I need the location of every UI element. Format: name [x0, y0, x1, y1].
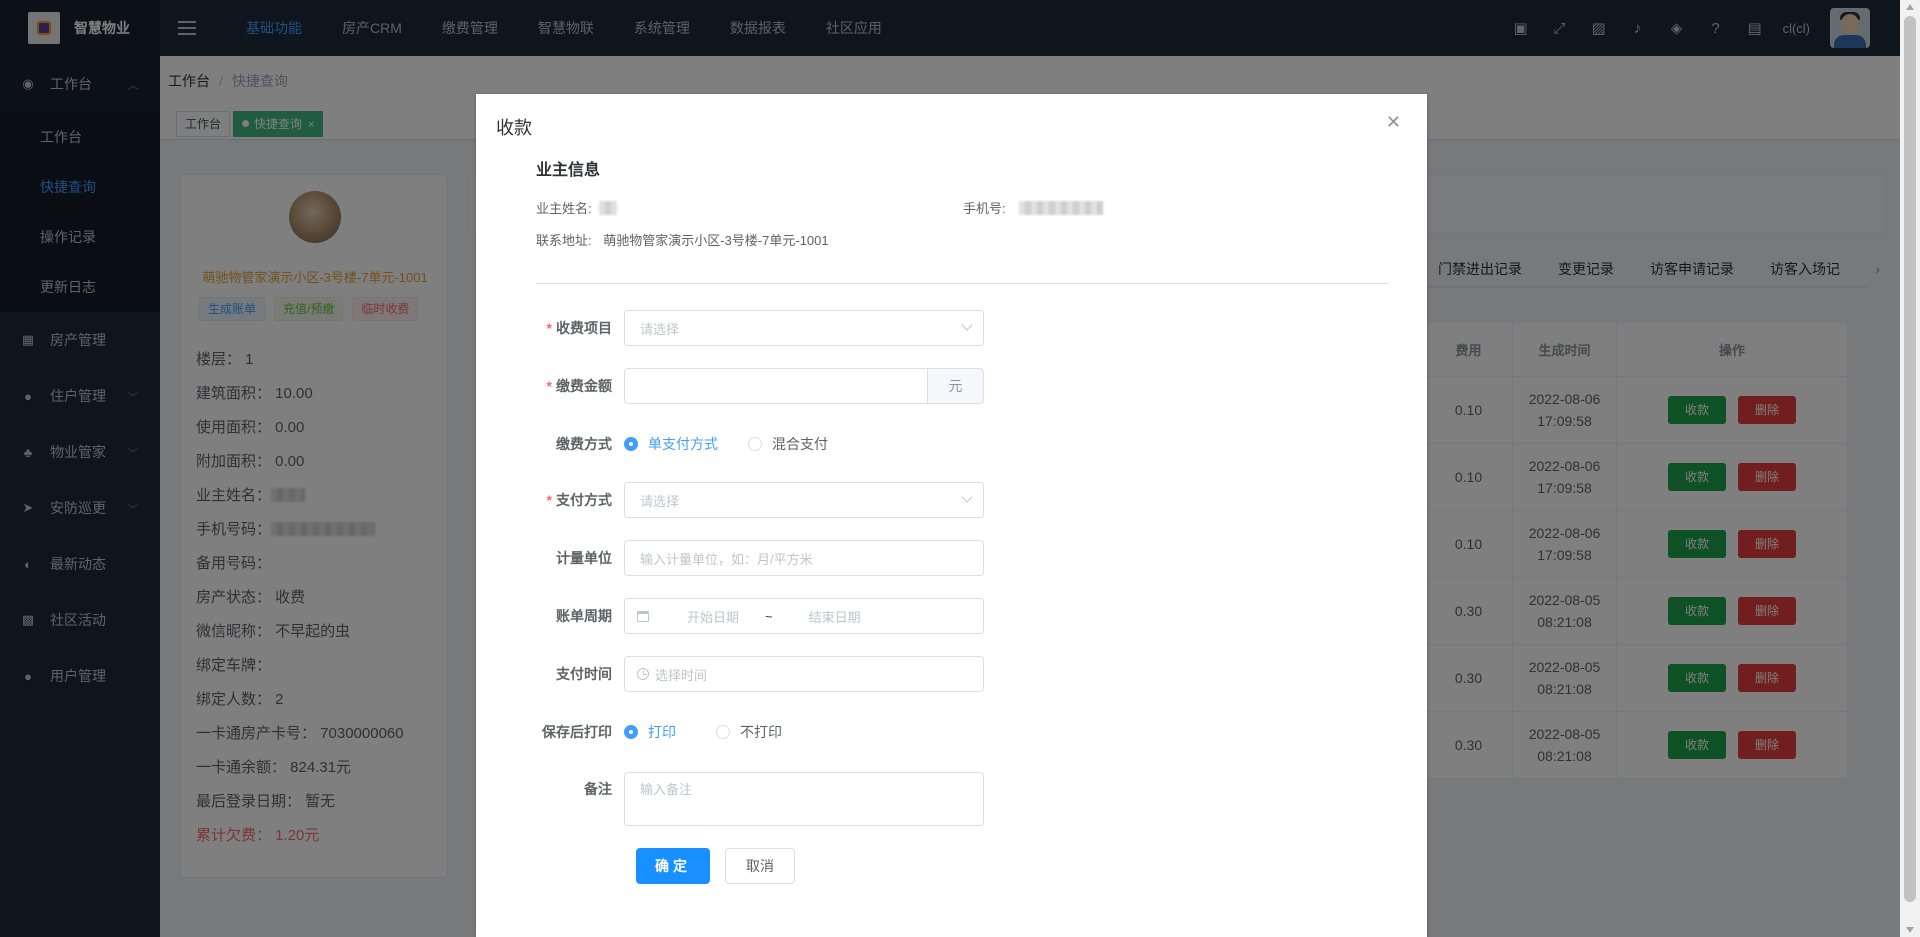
- scroll-down-icon[interactable]: [1906, 927, 1914, 933]
- input-placeholder: 选择时间: [655, 667, 708, 683]
- cancel-button[interactable]: 取消: [725, 848, 795, 884]
- unit-input[interactable]: 输入计量单位，如：月/平方米: [624, 540, 984, 576]
- fee-item-select[interactable]: 请选择: [624, 310, 984, 346]
- pay-method-select[interactable]: 请选择: [624, 482, 984, 518]
- page-scrollbar[interactable]: [1900, 0, 1920, 937]
- remark-textarea[interactable]: 输入备注: [624, 772, 984, 826]
- redacted-value: [1019, 201, 1104, 215]
- phone-line: 手机号:: [963, 198, 1104, 217]
- period-row: 账单周期 开始日期 ~ 结束日期: [536, 598, 984, 634]
- range-separator: ~: [765, 608, 773, 624]
- clock-icon: [637, 668, 649, 680]
- address-label: 联系地址:: [536, 233, 592, 248]
- chevron-down-icon: [961, 319, 973, 331]
- period-range-picker[interactable]: 开始日期 ~ 结束日期: [624, 598, 984, 634]
- address-line: 联系地址: 萌驰物管家演示小区-3号楼-7单元-1001: [536, 230, 829, 249]
- unit-row: 计量单位 输入计量单位，如：月/平方米: [536, 540, 984, 576]
- start-date[interactable]: 开始日期: [687, 607, 739, 626]
- amount-input[interactable]: [625, 369, 927, 403]
- calendar-icon: [637, 610, 649, 622]
- radio-single-payment[interactable]: 单支付方式: [624, 434, 718, 454]
- input-placeholder: 输入备注: [640, 782, 693, 797]
- radio-mixed-payment[interactable]: 混合支付: [748, 434, 828, 454]
- print-row: 保存后打印 打印 不打印: [536, 714, 812, 750]
- remark-label: 备注: [584, 781, 612, 797]
- chevron-down-icon: [961, 491, 973, 503]
- confirm-button[interactable]: 确定: [636, 848, 710, 884]
- select-placeholder: 请选择: [640, 321, 680, 337]
- period-label: 账单周期: [556, 608, 612, 624]
- select-placeholder: 请选择: [640, 493, 680, 509]
- divider: [536, 283, 1388, 284]
- close-icon[interactable]: ✕: [1386, 112, 1401, 133]
- owner-name-label: 业主姓名:: [536, 201, 592, 216]
- end-date[interactable]: 结束日期: [809, 607, 861, 626]
- pay-mode-row: 缴费方式 单支付方式 混合支付: [536, 426, 858, 462]
- owner-info-title: 业主信息: [536, 162, 601, 179]
- fee-item-row: * 收费项目 请选择: [536, 310, 984, 346]
- radio-no-print[interactable]: 不打印: [716, 722, 782, 742]
- amount-unit: 元: [927, 369, 983, 403]
- fee-item-label: * 收费项目: [546, 320, 612, 336]
- redacted-value: [599, 201, 618, 215]
- input-placeholder: 输入计量单位，如：月/平方米: [640, 551, 813, 567]
- dialog-title: 收款: [496, 118, 532, 138]
- radio-print[interactable]: 打印: [624, 722, 676, 742]
- phone-label: 手机号:: [963, 201, 1006, 216]
- amount-input-group: 元: [624, 368, 984, 404]
- amount-label: * 缴费金额: [546, 378, 612, 394]
- pay-mode-label: 缴费方式: [556, 436, 612, 452]
- pay-time-row: 支付时间 选择时间: [536, 656, 984, 692]
- remark-row: 备注 输入备注: [536, 772, 984, 826]
- pay-method-row: * 支付方式 请选择: [536, 482, 984, 518]
- amount-row: * 缴费金额 元: [536, 368, 984, 404]
- collect-payment-dialog: 收款 ✕ 业主信息 业主姓名: 手机号: 联系地址: 萌驰物管家演示小区-3号楼…: [476, 94, 1427, 937]
- scroll-up-icon[interactable]: [1906, 4, 1914, 10]
- pay-method-label: * 支付方式: [546, 492, 612, 508]
- print-label: 保存后打印: [542, 724, 612, 740]
- address-value: 萌驰物管家演示小区-3号楼-7单元-1001: [603, 233, 829, 248]
- pay-time-picker[interactable]: 选择时间: [624, 656, 984, 692]
- scroll-thumb[interactable]: [1904, 16, 1916, 902]
- unit-label: 计量单位: [556, 550, 612, 566]
- owner-name-line: 业主姓名:: [536, 198, 618, 217]
- pay-time-label: 支付时间: [556, 666, 612, 682]
